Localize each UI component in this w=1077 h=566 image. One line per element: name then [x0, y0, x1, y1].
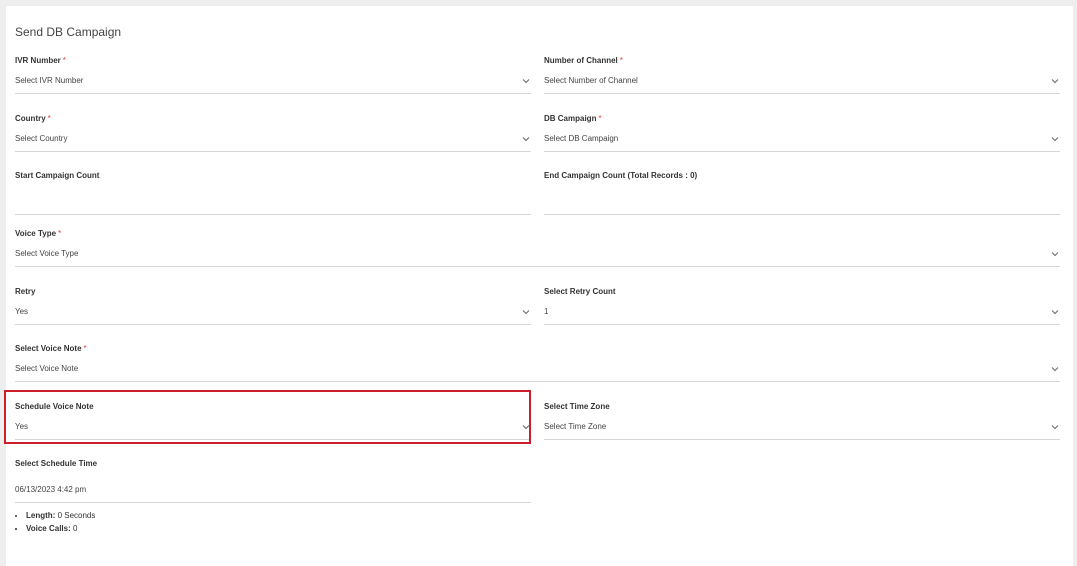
- retry-label: Retry: [15, 287, 36, 296]
- time-zone-label: Select Time Zone: [544, 402, 610, 411]
- country-select[interactable]: Select Country: [15, 132, 531, 152]
- required-mark: *: [598, 114, 602, 123]
- chevron-down-icon: [522, 137, 530, 142]
- voice-type-value: Select Voice Type: [15, 249, 79, 258]
- channels-value: Select Number of Channel: [544, 76, 638, 85]
- stat-voice-calls: Voice Calls: 0: [26, 524, 95, 533]
- required-mark: *: [619, 56, 623, 65]
- chevron-down-icon: [1051, 137, 1059, 142]
- db-campaign-value: Select DB Campaign: [544, 134, 619, 143]
- retry-count-value: 1: [544, 307, 549, 316]
- chevron-down-icon: [1051, 310, 1059, 315]
- retry-count-label: Select Retry Count: [544, 287, 616, 296]
- start-count-label: Start Campaign Count: [15, 171, 100, 180]
- campaign-form-card: Send DB Campaign IVR Number * Select IVR …: [6, 6, 1073, 566]
- retry-select[interactable]: Yes: [15, 305, 531, 325]
- voice-type-select[interactable]: Select Voice Type: [15, 247, 1060, 267]
- country-value: Select Country: [15, 134, 68, 143]
- channels-label: Number of Channel: [544, 56, 618, 65]
- chevron-down-icon: [522, 79, 530, 84]
- schedule-time-value: 06/13/2023 4:42 pm: [15, 485, 87, 494]
- chevron-down-icon: [1051, 425, 1059, 430]
- required-mark: *: [58, 229, 62, 238]
- voice-note-label: Select Voice Note: [15, 344, 82, 353]
- channels-select[interactable]: Select Number of Channel: [544, 74, 1060, 94]
- schedule-time-label: Select Schedule Time: [15, 459, 98, 468]
- start-count-input[interactable]: [15, 195, 531, 215]
- end-count-label: End Campaign Count (Total Records : 0): [544, 171, 698, 180]
- campaign-stats: Length: 0 Seconds Voice Calls: 0: [14, 511, 95, 537]
- required-mark: *: [47, 114, 51, 123]
- page-title: Send DB Campaign: [15, 25, 122, 39]
- country-label: Country: [15, 114, 46, 123]
- db-campaign-select[interactable]: Select DB Campaign: [544, 132, 1060, 152]
- end-count-input[interactable]: [544, 195, 1060, 215]
- ivr-number-label: IVR Number: [15, 56, 61, 65]
- required-mark: *: [83, 344, 87, 353]
- time-zone-select[interactable]: Select Time Zone: [544, 420, 1060, 440]
- voice-note-value: Select Voice Note: [15, 364, 79, 373]
- voice-type-label: Voice Type: [15, 229, 57, 238]
- chevron-down-icon: [1051, 252, 1059, 257]
- chevron-down-icon: [522, 310, 530, 315]
- retry-count-select[interactable]: 1: [544, 305, 1060, 325]
- chevron-down-icon: [1051, 79, 1059, 84]
- time-zone-value: Select Time Zone: [544, 422, 607, 431]
- highlight-box: [4, 390, 531, 444]
- chevron-down-icon: [1051, 367, 1059, 372]
- db-campaign-label: DB Campaign: [544, 114, 597, 123]
- required-mark: *: [62, 56, 66, 65]
- voice-note-select[interactable]: Select Voice Note: [15, 362, 1060, 382]
- ivr-number-select[interactable]: Select IVR Number: [15, 74, 531, 94]
- stat-length: Length: 0 Seconds: [26, 511, 95, 520]
- ivr-number-value: Select IVR Number: [15, 76, 84, 85]
- schedule-time-input[interactable]: 06/13/2023 4:42 pm: [15, 483, 531, 503]
- retry-value: Yes: [15, 307, 29, 316]
